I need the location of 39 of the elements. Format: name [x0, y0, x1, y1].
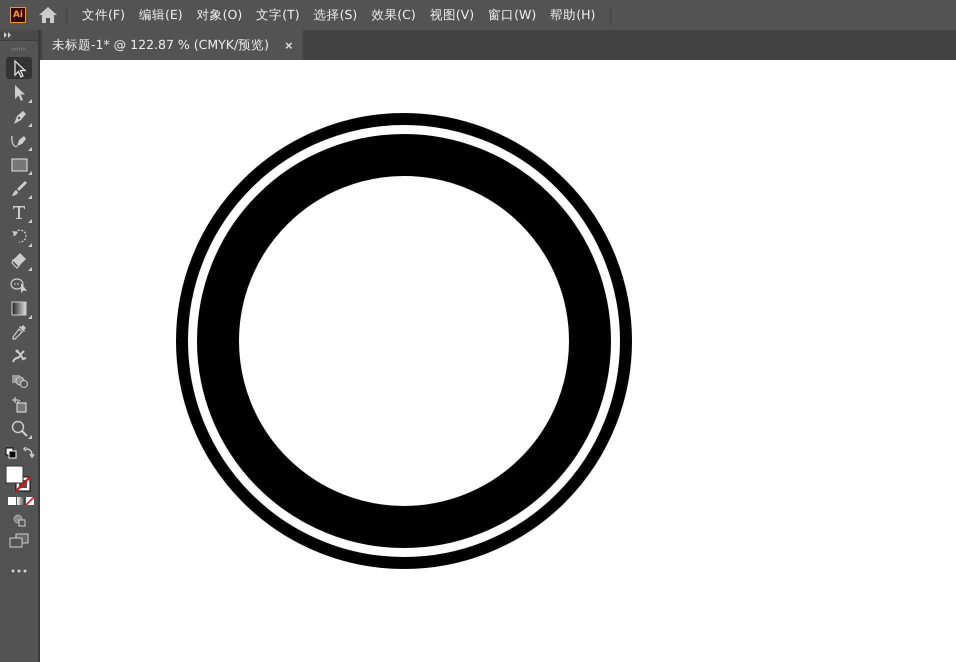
document-title: 未标题-1* @ 122.87 % (CMYK/预览) [52, 36, 270, 54]
magnifier-icon [9, 418, 29, 438]
artboard-icon [9, 394, 29, 414]
expand-panel-icon[interactable] [4, 32, 12, 38]
menu-item[interactable]: 效果(C) [364, 6, 423, 24]
tool-button[interactable] [6, 57, 32, 79]
flyout-triangle-icon [28, 171, 32, 175]
paintbrush-icon [9, 178, 29, 198]
fill-swatch-icon[interactable] [6, 466, 24, 484]
draw-mode-icon[interactable] [12, 513, 26, 527]
flyout-triangle-icon [28, 219, 32, 223]
menu-item[interactable]: 对象(O) [190, 6, 250, 24]
app-logo: Ai [10, 7, 26, 23]
color-mode-icon[interactable] [8, 497, 16, 505]
none-mode-icon[interactable] [25, 496, 35, 506]
flyout-triangle-icon [28, 123, 32, 127]
close-tab-button[interactable]: × [283, 38, 295, 52]
flyout-triangle-icon [28, 243, 32, 247]
menu-item[interactable]: 帮助(H) [543, 6, 602, 24]
menu-item[interactable]: 文件(F) [75, 6, 132, 24]
menu-item[interactable]: 选择(S) [306, 6, 364, 24]
default-colors-icon[interactable] [6, 448, 16, 458]
flyout-triangle-icon [28, 435, 32, 439]
menu-item[interactable]: 视图(V) [422, 6, 482, 24]
more-dots-icon[interactable] [11, 569, 27, 573]
gradient-mode-icon[interactable] [17, 497, 25, 505]
menu-item[interactable]: 编辑(E) [132, 6, 190, 24]
screen-mode-icon[interactable] [9, 533, 29, 549]
flyout-triangle-icon [28, 195, 32, 199]
eraser-icon [9, 250, 29, 270]
menu-item[interactable]: 窗口(W) [481, 6, 544, 24]
document-tab[interactable]: 未标题-1* @ 122.87 % (CMYK/预览) × [42, 30, 303, 60]
menu-item[interactable]: 文字(T) [249, 6, 307, 24]
home-icon[interactable] [38, 6, 58, 24]
flyout-triangle-icon [28, 99, 32, 103]
swap-arrow-icon[interactable] [23, 447, 35, 458]
flyout-triangle-icon [28, 315, 32, 319]
flyout-triangle-icon [28, 147, 32, 151]
flyout-triangle-icon [28, 267, 32, 271]
